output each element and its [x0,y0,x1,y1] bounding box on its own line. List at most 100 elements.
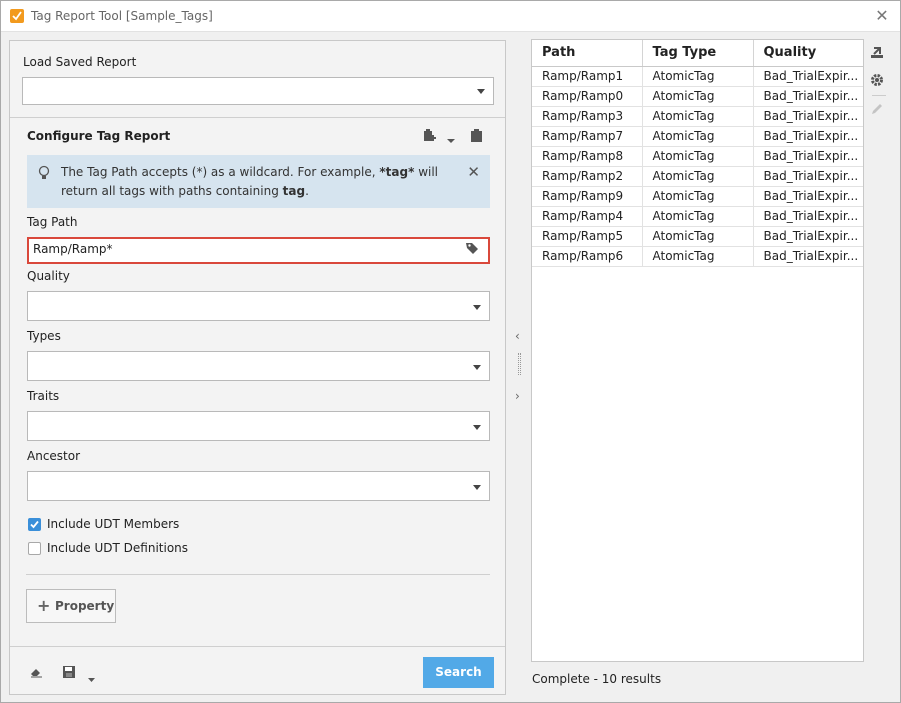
cell-quality: Bad_TrialExpir... [753,186,863,207]
window-title: Tag Report Tool [Sample_Tags] [31,9,213,23]
table-row[interactable]: Ramp/Ramp1 AtomicTag Bad_TrialExpir... [532,66,863,87]
cell-tag-type: AtomicTag [642,86,754,107]
table-header-row: Path Tag Type Quality [532,40,863,67]
include-udt-definitions-label: Include UDT Definitions [47,541,189,555]
include-udt-members-label: Include UDT Members [47,517,180,531]
cell-tag-type: AtomicTag [642,66,754,87]
results-table-panel: Path Tag Type Quality Ramp/Ramp1 AtomicTa… [531,39,864,662]
save-icon[interactable] [63,666,75,681]
tag-path-label: Tag Path [27,215,78,229]
table-row[interactable]: Ramp/Ramp5 AtomicTag Bad_TrialExpir... [532,226,863,247]
title-bar: Tag Report Tool [Sample_Tags] ✕ [1,1,900,32]
chevron-down-icon [477,89,485,94]
export-icon[interactable] [870,45,888,63]
cell-path: Ramp/Ramp9 [532,186,643,207]
splitter-grip[interactable] [518,353,521,375]
divider [26,574,490,575]
load-saved-report-label: Load Saved Report [23,55,137,69]
cell-quality: Bad_TrialExpir... [753,106,863,127]
results-status: Complete - 10 results [532,672,662,686]
ancestor-dropdown[interactable] [27,471,490,501]
cell-path: Ramp/Ramp2 [532,166,643,187]
info-text-part: The Tag Path accepts (*) as a wildcard. … [61,165,380,179]
tag-browse-icon[interactable] [466,242,479,258]
info-text-bold: tag [282,184,306,198]
lightbulb-icon [38,165,50,184]
cell-path: Ramp/Ramp7 [532,126,643,147]
plus-icon: + [37,596,51,615]
property-button-label: Property [55,599,115,613]
tag-path-value: Ramp/Ramp* [33,242,113,256]
checkbox-checked-icon[interactable] [28,518,41,531]
column-header-path[interactable]: Path [532,40,643,67]
cell-path: Ramp/Ramp0 [532,86,643,107]
table-row[interactable]: Ramp/Ramp3 AtomicTag Bad_TrialExpir... [532,106,863,127]
cell-tag-type: AtomicTag [642,106,754,127]
info-text-bold: *tag* [379,165,415,179]
table-row[interactable]: Ramp/Ramp4 AtomicTag Bad_TrialExpir... [532,206,863,227]
eraser-icon[interactable] [30,666,43,681]
expand-right-icon[interactable]: › [515,389,520,403]
wildcard-info-text: The Tag Path accepts (*) as a wildcard. … [61,163,441,201]
table-row[interactable]: Ramp/Ramp9 AtomicTag Bad_TrialExpir... [532,186,863,207]
quality-dropdown[interactable] [27,291,490,321]
close-icon[interactable]: ✕ [467,163,480,181]
clipboard-icon[interactable] [471,129,483,142]
toolbar-divider [872,95,886,96]
cell-tag-type: AtomicTag [642,226,754,247]
close-window-button[interactable]: ✕ [872,6,892,26]
gear-icon[interactable] [870,73,888,91]
configure-tag-report-title: Configure Tag Report [27,129,171,143]
search-button[interactable]: Search [423,657,494,688]
cell-quality: Bad_TrialExpir... [753,206,863,227]
cell-path: Ramp/Ramp3 [532,106,643,127]
divider [10,646,505,647]
types-dropdown[interactable] [27,351,490,381]
divider [10,117,505,118]
cell-tag-type: AtomicTag [642,166,754,187]
checkbox-unchecked-icon[interactable] [28,542,41,555]
cell-tag-type: AtomicTag [642,246,754,267]
column-header-tag-type[interactable]: Tag Type [642,40,754,67]
cell-quality: Bad_TrialExpir... [753,146,863,167]
table-row[interactable]: Ramp/Ramp8 AtomicTag Bad_TrialExpir... [532,146,863,167]
cell-path: Ramp/Ramp8 [532,146,643,167]
collapse-left-icon[interactable]: ‹ [515,329,520,343]
traits-dropdown[interactable] [27,411,490,441]
chevron-down-icon[interactable] [88,671,95,685]
tag-path-input[interactable]: Ramp/Ramp* [27,237,490,264]
chevron-down-icon [473,485,481,490]
app-icon [10,9,24,23]
pencil-icon[interactable] [870,102,888,120]
configure-panel: Load Saved Report Configure Tag Report T… [9,40,506,695]
tag-report-window: Tag Report Tool [Sample_Tags] ✕ Load Sav… [0,0,901,703]
cell-tag-type: AtomicTag [642,206,754,227]
cell-tag-type: AtomicTag [642,146,754,167]
load-saved-report-dropdown[interactable] [22,77,494,105]
cell-path: Ramp/Ramp4 [532,206,643,227]
chevron-down-icon[interactable] [447,133,459,145]
table-row[interactable]: Ramp/Ramp0 AtomicTag Bad_TrialExpir... [532,86,863,107]
wildcard-info-banner: The Tag Path accepts (*) as a wildcard. … [27,155,490,208]
quality-label: Quality [27,269,70,283]
cell-quality: Bad_TrialExpir... [753,246,863,267]
table-row[interactable]: Ramp/Ramp6 AtomicTag Bad_TrialExpir... [532,246,863,267]
column-header-quality[interactable]: Quality [753,40,863,67]
add-property-icon[interactable] [423,129,436,141]
panel-splitter[interactable]: ‹ › [512,321,526,411]
cell-path: Ramp/Ramp1 [532,66,643,87]
chevron-down-icon [473,365,481,370]
chevron-down-icon [473,425,481,430]
types-label: Types [27,329,61,343]
results-table: Path Tag Type Quality Ramp/Ramp1 AtomicTa… [532,40,863,267]
add-property-button[interactable]: + Property [26,589,116,623]
traits-label: Traits [27,389,60,403]
table-row[interactable]: Ramp/Ramp7 AtomicTag Bad_TrialExpir... [532,126,863,147]
cell-tag-type: AtomicTag [642,126,754,147]
cell-quality: Bad_TrialExpir... [753,86,863,107]
cell-quality: Bad_TrialExpir... [753,166,863,187]
cell-quality: Bad_TrialExpir... [753,126,863,147]
cell-path: Ramp/Ramp5 [532,226,643,247]
table-row[interactable]: Ramp/Ramp2 AtomicTag Bad_TrialExpir... [532,166,863,187]
ancestor-label: Ancestor [27,449,81,463]
